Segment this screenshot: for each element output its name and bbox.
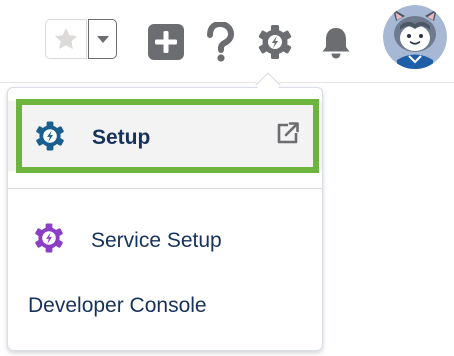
menu-item-setup[interactable]: Setup — [16, 99, 319, 173]
setup-gear-icon — [36, 121, 64, 151]
menu-divider — [8, 188, 322, 189]
astro-avatar-image — [383, 5, 447, 69]
setup-gear-button[interactable] — [253, 20, 297, 64]
global-actions-button[interactable] — [147, 23, 185, 61]
notifications-button[interactable] — [315, 21, 357, 63]
menu-item-developer-console[interactable]: Developer Console — [8, 285, 322, 329]
external-link-icon[interactable] — [275, 120, 301, 146]
chevron-down-icon — [96, 36, 109, 43]
menu-item-label: Service Setup — [91, 229, 222, 252]
menu-item-label: Setup — [92, 126, 151, 149]
user-avatar[interactable] — [383, 5, 447, 69]
plus-icon — [148, 24, 184, 60]
menu-item-service-setup[interactable]: Service Setup — [8, 212, 322, 268]
menu-item-label: Developer Console — [28, 294, 207, 317]
favorites-group — [45, 19, 117, 61]
question-icon — [207, 22, 235, 62]
service-setup-gear-icon — [35, 223, 63, 253]
gear-icon — [258, 25, 292, 59]
header-divider — [0, 82, 454, 83]
favorites-star-button[interactable] — [45, 19, 87, 59]
bell-icon — [322, 28, 350, 59]
help-button[interactable] — [203, 21, 237, 63]
star-icon — [54, 27, 78, 50]
favorites-list-button[interactable] — [88, 19, 117, 59]
